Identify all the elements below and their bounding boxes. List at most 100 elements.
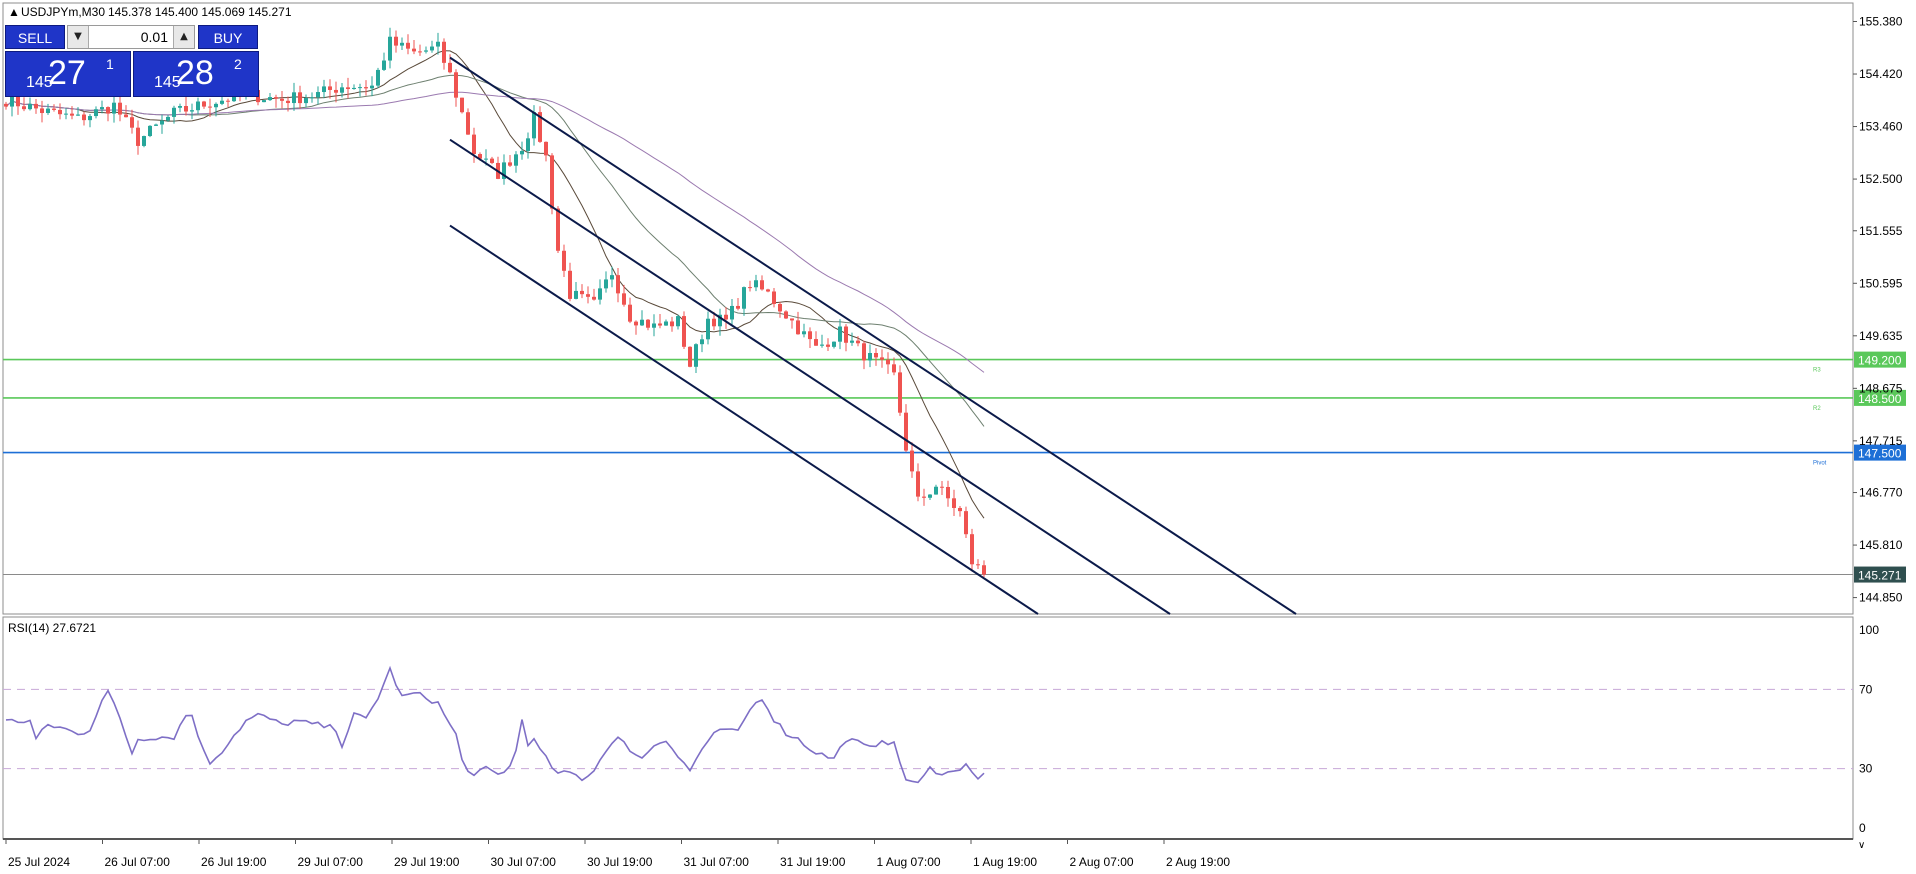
candle-body-59 <box>358 87 362 89</box>
candle-body-86 <box>520 150 524 155</box>
price-tick-label-1: 154.420 <box>1859 67 1903 81</box>
candle-body-107 <box>646 319 650 328</box>
candle-body-75 <box>454 72 458 98</box>
rsi-tick-label-0: 100 <box>1859 623 1879 637</box>
candle-body-1 <box>10 95 14 107</box>
time-tick-label-4: 29 Jul 19:00 <box>394 855 460 869</box>
candle-body-11 <box>70 113 74 116</box>
candle-body-96 <box>580 290 584 295</box>
candle-body-91 <box>550 155 554 209</box>
candle-body-21 <box>130 117 134 128</box>
candle-body-117 <box>706 318 710 340</box>
time-tick-label-8: 31 Jul 19:00 <box>780 855 846 869</box>
candle-body-18 <box>112 102 116 114</box>
candle-body-23 <box>142 136 146 146</box>
level-tag-0: R3 <box>1813 368 1821 374</box>
time-tick-label-2: 26 Jul 19:00 <box>201 855 267 869</box>
candle-body-121 <box>730 305 734 320</box>
candle-body-106 <box>640 319 644 326</box>
candle-body-77 <box>466 112 470 135</box>
time-tick-label-3: 29 Jul 07:00 <box>298 855 364 869</box>
volume-input[interactable] <box>90 26 172 48</box>
candle-body-135 <box>814 339 818 346</box>
candle-body-101 <box>610 275 614 280</box>
candle-body-30 <box>184 106 188 112</box>
candle-body-4 <box>28 103 32 110</box>
candle-body-66 <box>400 42 404 46</box>
price-tick-label-10: 145.810 <box>1859 538 1903 552</box>
buy-price-big: 28 <box>176 54 214 92</box>
candle-body-110 <box>664 321 668 326</box>
candle-body-124 <box>748 287 752 289</box>
candle-body-122 <box>736 305 740 309</box>
candle-body-130 <box>784 311 788 319</box>
symbol-triangle-icon: ▲ <box>8 5 20 19</box>
time-tick-label-0: 25 Jul 2024 <box>8 855 70 869</box>
candle-body-97 <box>586 294 590 297</box>
sell-price-button[interactable]: 145 27 1 <box>5 51 131 97</box>
candle-body-157 <box>946 486 950 499</box>
candle-body-84 <box>508 162 512 166</box>
candle-body-94 <box>568 270 572 299</box>
candle-body-53 <box>322 86 326 93</box>
candle-body-88 <box>532 112 536 139</box>
candle-body-104 <box>628 304 632 322</box>
candle-body-50 <box>304 97 308 104</box>
candle-body-64 <box>388 36 392 61</box>
price-tick-label-5: 150.595 <box>1859 276 1903 290</box>
level-tag-1: R2 <box>1813 406 1821 412</box>
candle-body-12 <box>76 114 80 116</box>
time-tick-label-10: 1 Aug 19:00 <box>973 855 1037 869</box>
scroll-down-icon[interactable]: ∨ <box>1858 840 1865 851</box>
candle-body-16 <box>100 107 104 110</box>
candle-body-32 <box>196 101 200 111</box>
candle-body-62 <box>376 69 380 86</box>
candle-body-150 <box>904 412 908 451</box>
one-click-trading-panel: SELL ▼ ▲ BUY 145 27 1 145 28 2 <box>5 25 259 97</box>
candle-body-98 <box>592 296 596 300</box>
candle-body-87 <box>526 138 530 151</box>
candle-body-33 <box>202 101 206 107</box>
volume-decrease-icon[interactable]: ▼ <box>68 26 89 48</box>
candle-body-71 <box>430 46 434 51</box>
candle-body-118 <box>712 318 716 327</box>
candle-body-108 <box>652 323 656 328</box>
candle-body-123 <box>742 287 746 309</box>
volume-increase-icon[interactable]: ▲ <box>173 26 194 48</box>
candle-body-156 <box>940 486 944 488</box>
price-tick-label-3: 152.500 <box>1859 172 1903 186</box>
price-tick-label-7: 148.675 <box>1859 381 1903 395</box>
candle-body-70 <box>424 50 428 52</box>
candle-body-37 <box>226 100 230 102</box>
buy-button[interactable]: BUY <box>198 25 258 49</box>
candle-body-114 <box>688 346 692 367</box>
candle-body-6 <box>40 108 44 114</box>
buy-price-sup: 2 <box>234 56 242 72</box>
candle-body-65 <box>394 36 398 46</box>
candle-body-49 <box>298 92 302 104</box>
candle-body-19 <box>118 102 122 115</box>
candle-body-159 <box>958 507 962 512</box>
candle-body-73 <box>442 41 446 63</box>
ohlc-label: 145.378 145.400 145.069 145.271 <box>108 5 292 19</box>
candle-body-54 <box>328 86 332 90</box>
sell-button[interactable]: SELL <box>5 25 65 49</box>
candle-body-25 <box>154 124 158 126</box>
candle-body-72 <box>436 41 440 47</box>
candle-body-125 <box>754 280 758 288</box>
candle-body-46 <box>280 98 284 101</box>
candle-body-133 <box>802 331 806 335</box>
candle-body-148 <box>892 364 896 373</box>
buy-price-button[interactable]: 145 28 2 <box>133 51 259 97</box>
candle-body-131 <box>790 318 794 321</box>
price-tick-label-9: 146.770 <box>1859 486 1903 500</box>
candle-body-129 <box>778 303 782 312</box>
rsi-tick-label-2: 30 <box>1859 762 1873 776</box>
candle-body-68 <box>412 48 416 52</box>
candle-body-142 <box>856 340 860 344</box>
candle-body-113 <box>682 316 686 347</box>
candle-body-146 <box>880 357 884 360</box>
candle-body-149 <box>898 372 902 413</box>
candle-body-5 <box>34 103 38 109</box>
candle-body-29 <box>178 106 182 108</box>
